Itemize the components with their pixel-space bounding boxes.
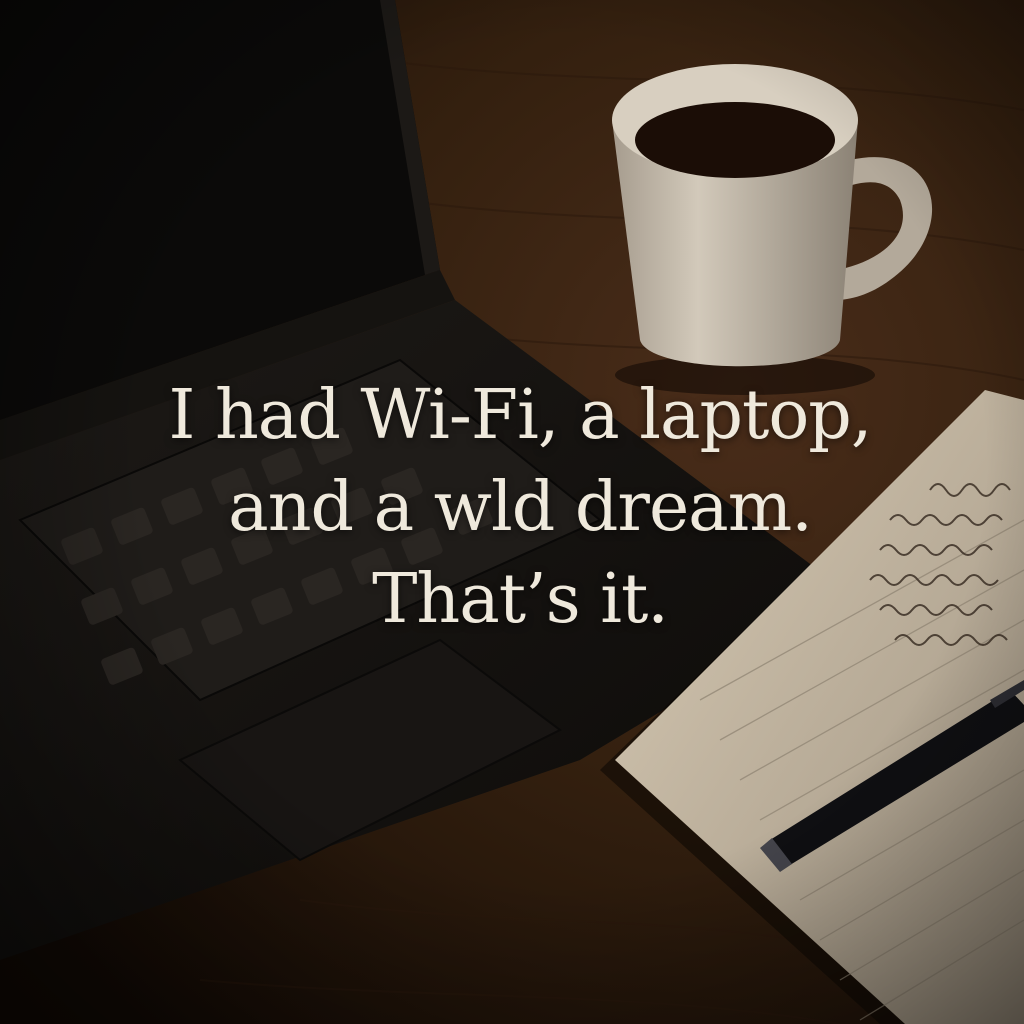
photo-scene: I had Wi-Fi, a laptop, and a wld dream. … [0, 0, 1024, 1024]
quote-line-2: and a wld dream. [228, 468, 813, 547]
quote-line-3: That’s it. [372, 560, 669, 639]
quote-line-1: I had Wi-Fi, a laptop, [168, 376, 873, 455]
quote-text: I had Wi-Fi, a laptop, and a wld dream. … [0, 370, 1024, 646]
